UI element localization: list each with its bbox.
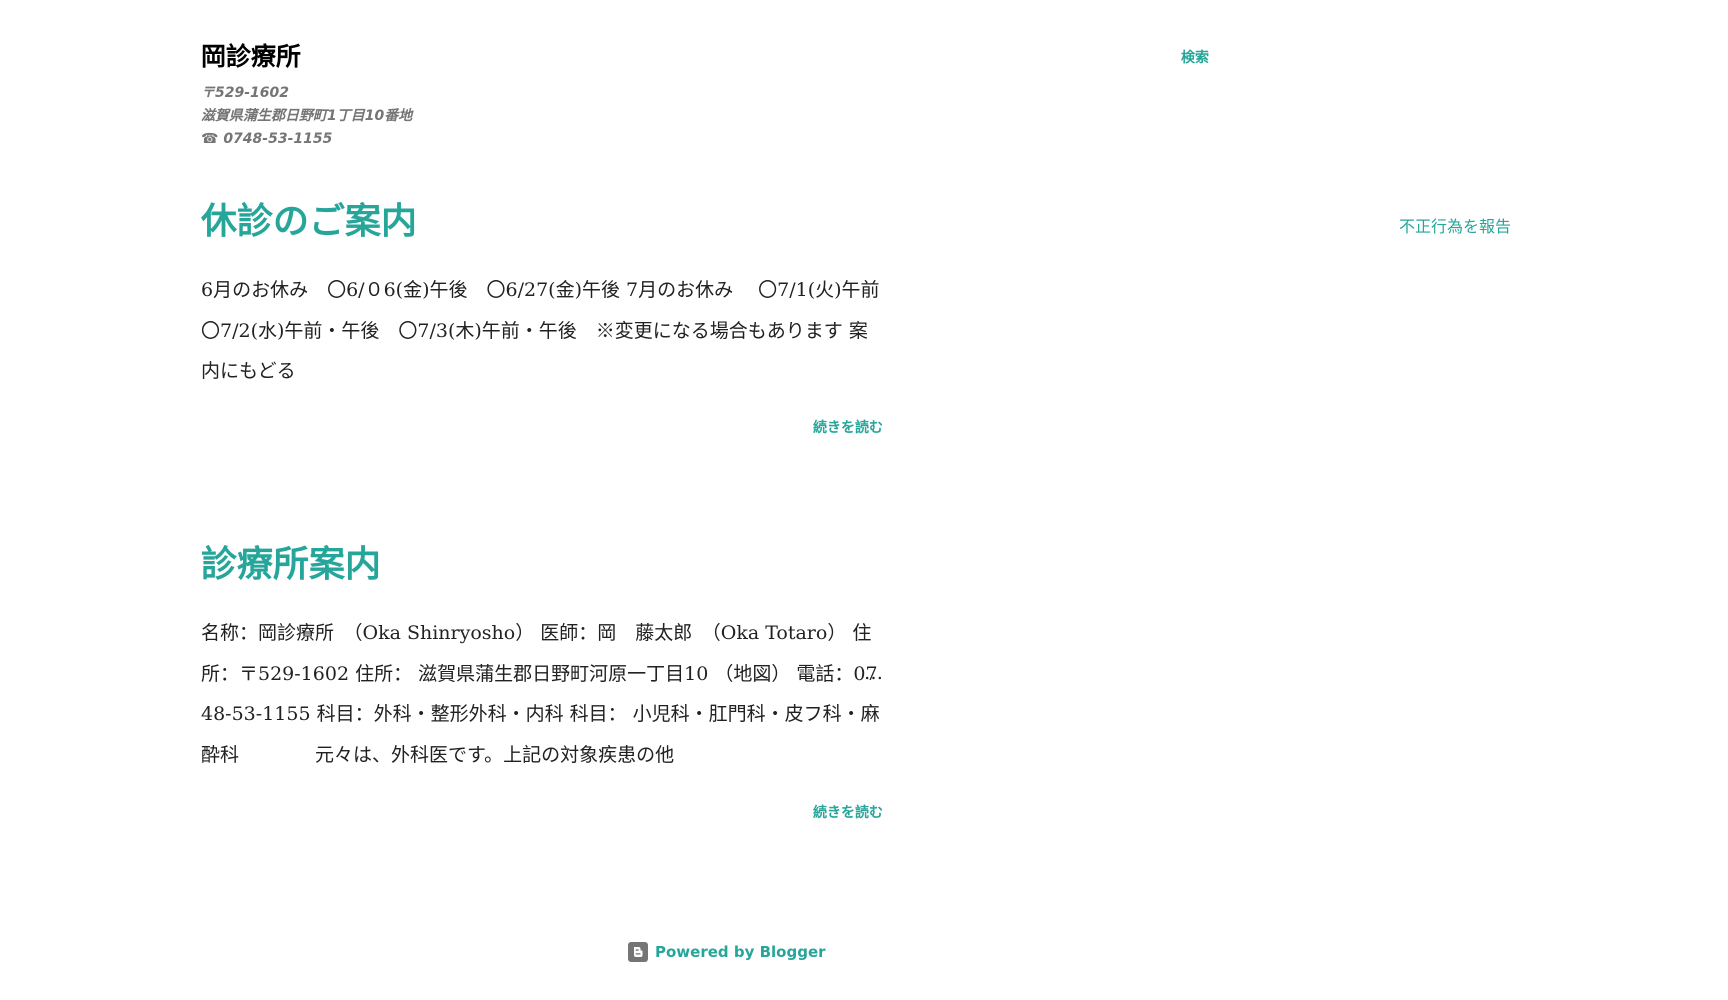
phone-number: ☎ 0748-53-1155 <box>201 131 333 147</box>
powered-by-label: Powered by Blogger <box>655 943 826 961</box>
search-button[interactable]: 検索 <box>1170 47 1220 67</box>
address: 滋賀県蒲生郡日野町1丁目10番地 <box>201 108 413 124</box>
blog-page: 岡診療所 〒529-1602 滋賀県蒲生郡日野町1丁目10番地 ☎ 0748-5… <box>0 0 1728 1000</box>
blogger-icon <box>628 942 648 962</box>
post-card: 休診のご案内 6月のお休み 〇6/０6(金)午後 〇6/27(金)午後 7月のお… <box>201 195 883 436</box>
post-snippet: 名称：岡診療所 （Oka Shinryosho） 医師：岡 藤太郎 （Oka T… <box>201 622 880 766</box>
postal-code: 〒529-1602 <box>201 85 289 101</box>
post-title[interactable]: 休診のご案内 <box>201 195 883 249</box>
read-more-link[interactable]: 続きを読む <box>813 417 883 437</box>
read-more-link[interactable]: 続きを読む <box>813 802 883 822</box>
blog-title[interactable]: 岡診療所 <box>201 40 301 74</box>
report-abuse-link[interactable]: 不正行為を報告 <box>1380 213 1511 237</box>
powered-by-blogger-link[interactable]: Powered by Blogger <box>628 940 826 964</box>
blog-description: 〒529-1602 滋賀県蒲生郡日野町1丁目10番地 ☎ 0748-53-115… <box>201 82 412 151</box>
post-title[interactable]: 診療所案内 <box>201 538 883 592</box>
post-snippet: 6月のお休み 〇6/０6(金)午後 〇6/27(金)午後 7月のお休み 〇7/1… <box>201 279 883 382</box>
post-card: 診療所案内 名称：岡診療所 （Oka Shinryosho） 医師：岡 藤太郎 … <box>201 538 883 821</box>
